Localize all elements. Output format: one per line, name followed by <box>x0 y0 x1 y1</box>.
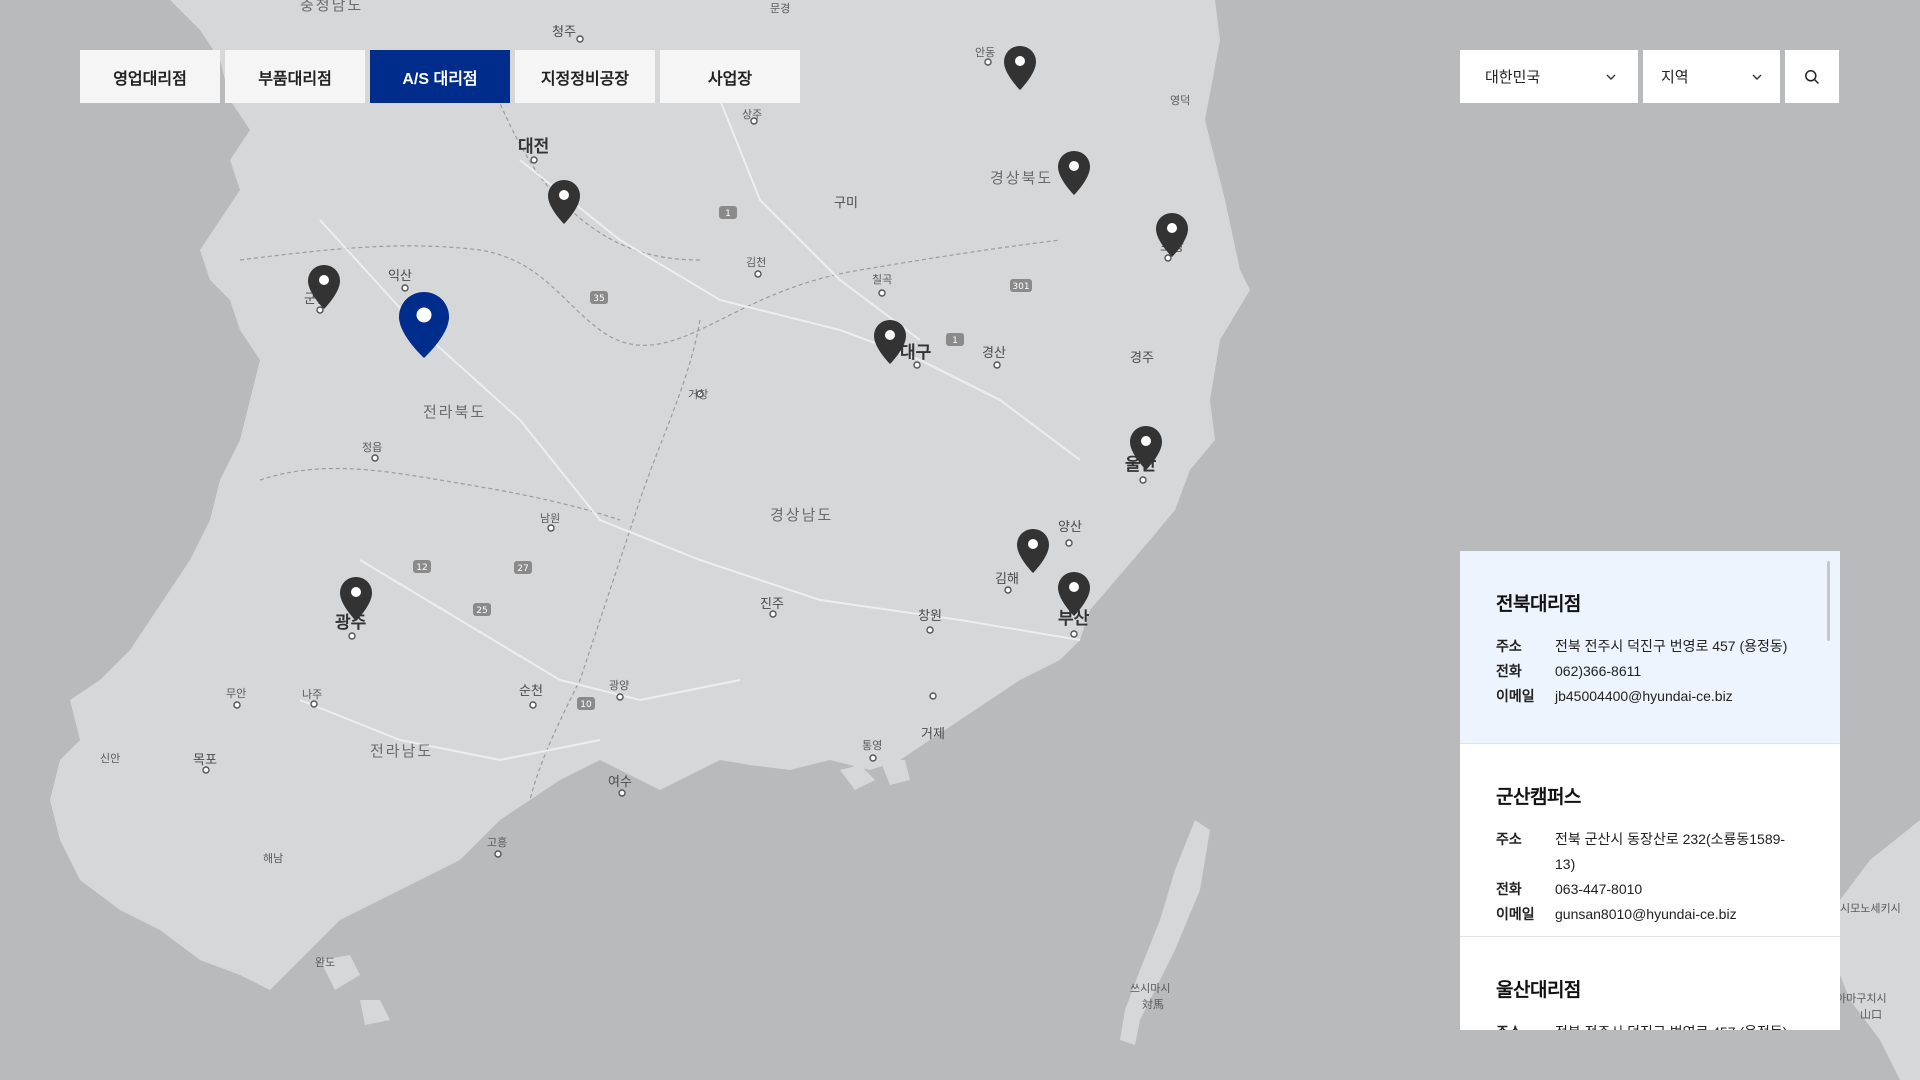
city-label: 고흥 <box>487 835 507 849</box>
city-label: 신안 <box>100 752 120 765</box>
email-label: 이메일 <box>1496 906 1535 922</box>
email-value[interactable]: jb45004400@hyundai-ce.biz <box>1555 684 1733 709</box>
city-label: 거창 <box>688 388 708 401</box>
city-label: 익산 <box>388 269 412 284</box>
region-select-value: 지역 <box>1661 69 1689 86</box>
country-select-value: 대한민국 <box>1485 69 1541 86</box>
filters: 대한민국 지역 <box>1460 50 1839 103</box>
city-label: 완도 <box>315 956 335 969</box>
region-label: 경상남도 <box>770 506 833 524</box>
result-card[interactable]: 전북대리점 주소 전북 전주시 덕진구 번영로 457 (용정동) 전화 062)3… <box>1460 551 1840 744</box>
svg-text:12: 12 <box>416 563 427 573</box>
search-button[interactable] <box>1785 50 1839 103</box>
svg-text:10: 10 <box>580 700 592 710</box>
region-label: 전라북도 <box>423 403 486 421</box>
region-label: 충청남도 <box>300 0 363 14</box>
phone-label: 전화 <box>1496 663 1522 679</box>
city-label: 김천 <box>746 255 766 269</box>
city-label: 아마구치시 <box>1836 992 1887 1005</box>
city-label: 광양 <box>609 679 629 692</box>
result-name: 전북대리점 <box>1496 594 1581 615</box>
city-label: 순천 <box>519 684 543 699</box>
city-label: 남원 <box>540 512 560 525</box>
city-label: 경산 <box>982 346 1006 361</box>
phone-label: 전화 <box>1496 881 1522 897</box>
region-label: 경상북도 <box>990 169 1053 187</box>
email-row: 이메일 jb45004400@hyundai-ce.biz <box>1496 684 1804 709</box>
region-select[interactable]: 지역 <box>1643 50 1780 103</box>
city-label: 거제 <box>921 727 945 742</box>
city-label: 청주 <box>552 25 576 40</box>
address-value: 전북 전주시 덕진구 번영로 457 (용정동) <box>1555 1020 1787 1030</box>
search-icon <box>1805 69 1820 84</box>
result-name: 군산캠퍼스 <box>1496 787 1581 808</box>
city-label: 양산 <box>1058 520 1082 535</box>
city-label: 대구 <box>900 343 932 363</box>
svg-text:25: 25 <box>476 606 487 616</box>
address-label: 주소 <box>1496 638 1522 654</box>
phone-value: 063-447-8010 <box>1555 881 1643 897</box>
address-label: 주소 <box>1496 831 1522 847</box>
city-label: 창원 <box>918 609 942 624</box>
category-tabs: 영업대리점 부품대리점 A/S 대리점 지정정비공장 사업장 <box>80 50 800 103</box>
city-label: 경주 <box>1130 351 1154 366</box>
city-label: 쓰시마시 <box>1130 982 1170 995</box>
tab-business-site[interactable]: 사업장 <box>660 50 800 103</box>
city-label: 대전 <box>518 137 549 157</box>
email-row: 이메일 gunsan8010@hyundai-ce.biz <box>1496 902 1804 927</box>
svg-text:1: 1 <box>725 209 731 219</box>
tab-sales-dealer[interactable]: 영업대리점 <box>80 50 220 103</box>
city-label: 해남 <box>263 851 283 865</box>
panel-scrollbar[interactable] <box>1827 561 1830 641</box>
city-label: 시모노세키시 <box>1840 902 1901 915</box>
address-row: 주소 전북 군산시 동장산로 232(소룡동1589-13) <box>1496 827 1804 877</box>
svg-text:301: 301 <box>1012 282 1029 292</box>
country-select[interactable]: 대한민국 <box>1460 50 1638 103</box>
tab-as-dealer[interactable]: A/S 대리점 <box>370 50 510 103</box>
city-label: 무안 <box>226 687 246 700</box>
svg-text:27: 27 <box>517 564 528 574</box>
city-label: 対馬 <box>1142 997 1164 1011</box>
chevron-down-icon <box>1606 74 1616 80</box>
city-label: 영덕 <box>1170 94 1190 107</box>
result-card[interactable]: 울산대리점 주소전북 전주시 덕진구 번영로 457 (용정동) <box>1460 937 1840 1030</box>
city-label: 여수 <box>608 775 632 790</box>
city-label: 김해 <box>995 572 1019 587</box>
city-label: 문경 <box>770 2 790 15</box>
phone-value: 062)366-8611 <box>1555 663 1642 679</box>
city-label: 정읍 <box>362 441 382 454</box>
region-label: 전라남도 <box>370 742 433 760</box>
city-label: 광주 <box>335 613 367 633</box>
svg-text:1: 1 <box>952 336 958 346</box>
email-value[interactable]: gunsan8010@hyundai-ce.biz <box>1555 902 1737 927</box>
address-row: 주소전북 전주시 덕진구 번영로 457 (용정동) <box>1496 1020 1804 1030</box>
email-label: 이메일 <box>1496 688 1535 704</box>
city-label: 진주 <box>760 597 784 612</box>
city-label: 칠곡 <box>872 273 892 286</box>
tab-parts-dealer[interactable]: 부품대리점 <box>225 50 365 103</box>
city-label: 안동 <box>975 46 995 59</box>
address-row: 주소 전북 전주시 덕진구 번영로 457 (용정동) <box>1496 634 1804 659</box>
results-panel[interactable]: 전북대리점 주소 전북 전주시 덕진구 번영로 457 (용정동) 전화 062)3… <box>1460 551 1840 1030</box>
city-label: 구미 <box>834 196 858 211</box>
phone-row: 전화 062)366-8611 <box>1496 659 1804 684</box>
city-label: 목포 <box>193 753 217 768</box>
svg-text:35: 35 <box>593 294 604 304</box>
address-label: 주소 <box>1496 1020 1555 1030</box>
address-value: 전북 전주시 덕진구 번영로 457 (용정동) <box>1555 638 1788 654</box>
phone-row: 전화 063-447-8010 <box>1496 877 1804 902</box>
city-label: 통영 <box>862 739 882 752</box>
city-label: 나주 <box>302 688 322 701</box>
result-card[interactable]: 군산캠퍼스 주소 전북 군산시 동장산로 232(소룡동1589-13) 전화 06… <box>1460 744 1840 937</box>
tab-service-factory[interactable]: 지정정비공장 <box>515 50 655 103</box>
city-label: 상주 <box>742 108 762 121</box>
chevron-down-icon <box>1752 74 1762 80</box>
city-label: 山口 <box>1860 1008 1882 1021</box>
result-name: 울산대리점 <box>1496 980 1581 1001</box>
address-value: 전북 군산시 동장산로 232(소룡동1589-13) <box>1555 831 1786 872</box>
